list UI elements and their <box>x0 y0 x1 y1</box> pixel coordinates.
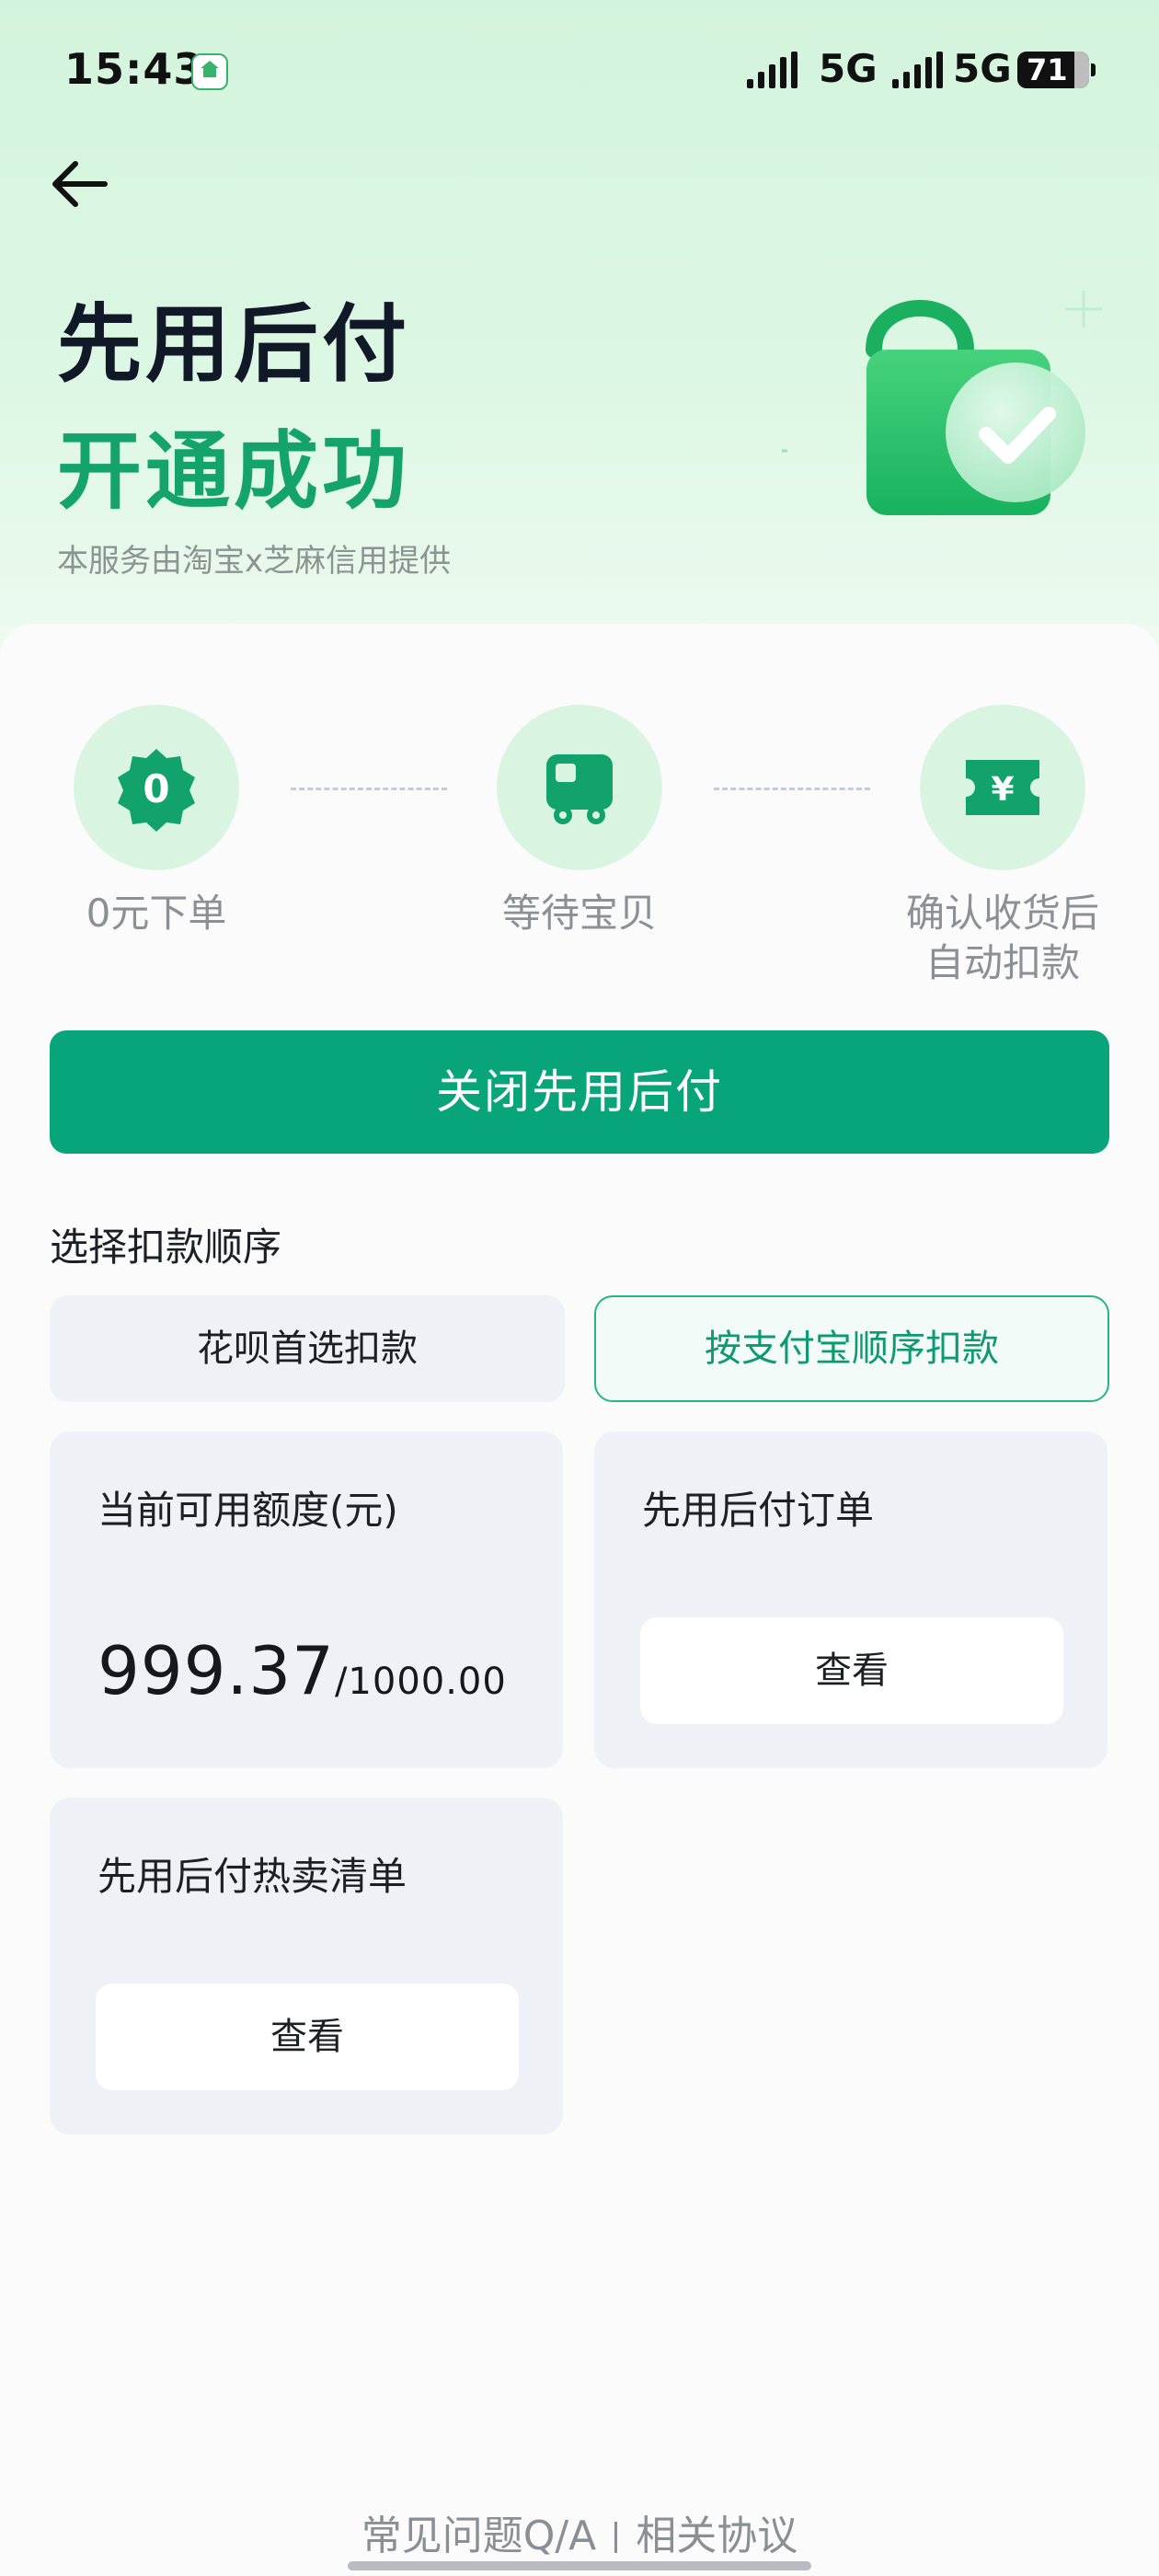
page-title: 先用后付 <box>57 295 411 394</box>
footer-divider <box>614 2522 618 2553</box>
page: 15:43 5G 5G 71 先用后付 开通成功 本服务由淘宝x芝麻信用提供 0… <box>0 0 1159 2576</box>
step-auto-deduct: ¥ 确认收货后 自动扣款 <box>906 705 1099 985</box>
provider-note: 本服务由淘宝x芝麻信用提供 <box>57 543 452 580</box>
home-indicator[interactable] <box>348 2561 811 2570</box>
step-connector <box>291 788 447 790</box>
battery-icon: 71 <box>1017 52 1096 88</box>
hot-list-title: 先用后付热卖清单 <box>98 1854 407 1899</box>
option-huabei-first[interactable]: 花呗首选扣款 <box>50 1295 565 1402</box>
step-label: 0元下单 <box>86 891 227 936</box>
step-order: 0 0元下单 <box>74 705 239 936</box>
orders-title: 先用后付订单 <box>642 1488 875 1533</box>
faq-link[interactable]: 常见问题Q/A <box>361 2513 597 2559</box>
step-connector <box>714 788 870 790</box>
step-circle: 0 <box>74 705 239 870</box>
quota-available: 999.37 <box>98 1632 335 1709</box>
zero-badge-icon: 0 <box>118 749 195 832</box>
step-circle: ¥ <box>920 705 1085 870</box>
step-label: 确认收货后 自动扣款 <box>905 891 1099 985</box>
quota-separator: / <box>334 1661 349 1703</box>
option-alipay-order[interactable]: 按支付宝顺序扣款 <box>594 1295 1109 1402</box>
battery-level: 71 <box>1027 52 1068 87</box>
view-hot-list-button[interactable]: 查看 <box>96 1984 519 2090</box>
quota-tile: 当前可用额度(元) 999.37/1000.00 <box>50 1432 563 1768</box>
status-time: 15:43 <box>64 44 204 94</box>
yuan-ticket-icon: ¥ <box>966 760 1039 815</box>
footer-links: 常见问题Q/A 相关协议 <box>0 2502 1159 2561</box>
quota-title: 当前可用额度(元) <box>98 1488 398 1533</box>
network-type-label: 5G <box>819 46 878 91</box>
zero-badge-text: 0 <box>143 766 169 811</box>
quota-amount: 999.37/1000.00 <box>98 1632 507 1709</box>
status-bar: 15:43 5G 5G 71 <box>0 0 1159 138</box>
delivery-truck-icon <box>546 754 613 824</box>
view-orders-button[interactable]: 查看 <box>640 1617 1063 1724</box>
signal-strength-icon <box>747 52 798 88</box>
app-notification-icon <box>191 53 228 90</box>
deduction-order-title: 选择扣款顺序 <box>50 1225 282 1270</box>
step-waiting: 等待宝贝 <box>497 705 662 936</box>
agreements-link[interactable]: 相关协议 <box>636 2513 798 2559</box>
success-heading: 开通成功 <box>57 422 411 521</box>
back-arrow-icon[interactable] <box>48 156 112 212</box>
step-label: 等待宝贝 <box>501 891 657 936</box>
quota-total: 1000.00 <box>348 1661 507 1703</box>
network-type-label: 5G <box>953 46 1012 91</box>
orders-tile: 先用后付订单 查看 <box>594 1432 1107 1768</box>
hot-list-tile: 先用后付热卖清单 查看 <box>50 1798 563 2134</box>
shopping-bag-check-icon <box>773 276 1113 552</box>
step-circle <box>497 705 662 870</box>
close-pay-later-button[interactable]: 关闭先用后付 <box>50 1030 1109 1154</box>
yuan-symbol: ¥ <box>991 771 1014 809</box>
signal-strength-icon <box>892 52 943 88</box>
